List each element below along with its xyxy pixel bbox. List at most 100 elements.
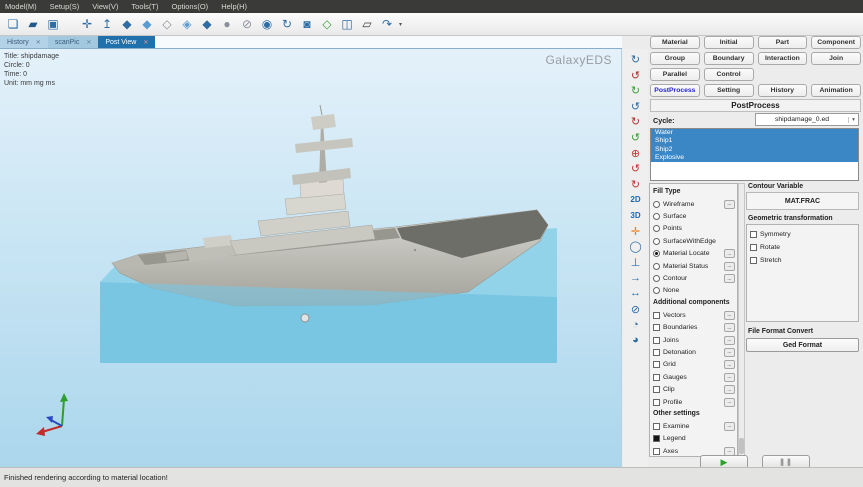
radio-icon[interactable] bbox=[653, 287, 660, 294]
geo-symmetry[interactable]: Symmetry bbox=[747, 228, 858, 241]
free-rotate-icon[interactable]: ◯ bbox=[629, 240, 643, 253]
textured-cube-icon[interactable]: ◆ bbox=[198, 15, 216, 33]
nav-button-initial[interactable]: Initial bbox=[704, 36, 754, 49]
checkbox-icon[interactable] bbox=[750, 244, 757, 251]
green-cube-icon[interactable]: ◇ bbox=[318, 15, 336, 33]
nav-button-material[interactable]: Material bbox=[650, 36, 700, 49]
close-icon[interactable]: ✕ bbox=[36, 39, 41, 46]
material-list[interactable]: Water Ship1 Ship2 Explosive bbox=[650, 128, 859, 181]
pan-icon[interactable]: ✛ bbox=[629, 225, 643, 238]
fill-option-surface[interactable]: Surface bbox=[650, 210, 737, 222]
nav-button-animation[interactable]: Animation bbox=[811, 84, 861, 97]
show-entity-icon[interactable]: ◉ bbox=[258, 15, 276, 33]
more-options-button[interactable]: ... bbox=[724, 323, 735, 332]
more-options-button[interactable]: ... bbox=[724, 373, 735, 382]
cycle-dropdown[interactable]: shipdamage_0.ed ▾ bbox=[755, 113, 859, 126]
fit-view-icon[interactable]: ✛ bbox=[78, 15, 96, 33]
ged-format-button[interactable]: Ged Format bbox=[746, 338, 859, 352]
checkbox-icon[interactable] bbox=[653, 324, 660, 331]
nav-button-part[interactable]: Part bbox=[758, 36, 808, 49]
checkbox-icon[interactable] bbox=[653, 423, 660, 430]
menu-help[interactable]: Help(H) bbox=[221, 2, 247, 11]
tab-history[interactable]: History ✕ bbox=[0, 36, 48, 48]
record-animation-icon[interactable]: ◫ bbox=[338, 15, 356, 33]
mirror-move-icon[interactable]: ↔ bbox=[629, 287, 643, 300]
setting-examine[interactable]: Examine ... bbox=[650, 420, 737, 432]
wireframe-cube-icon[interactable]: ◇ bbox=[158, 15, 176, 33]
more-options-button[interactable]: ... bbox=[724, 422, 735, 431]
menu-setup[interactable]: Setup(S) bbox=[50, 2, 80, 11]
setting-legend[interactable]: Legend bbox=[650, 433, 737, 445]
more-options-button[interactable]: ... bbox=[724, 336, 735, 345]
undo-view-icon[interactable]: ↷ bbox=[378, 15, 396, 33]
examine-icon[interactable]: ⊕ bbox=[629, 147, 643, 160]
nav-button-setting[interactable]: Setting bbox=[704, 84, 754, 97]
checkbox-icon[interactable] bbox=[653, 435, 660, 442]
3d-viewport[interactable]: Title: shipdamage Circle: 0 Time: 0 Unit… bbox=[0, 49, 622, 467]
checkbox-icon[interactable] bbox=[653, 448, 660, 455]
fill-option-wireframe[interactable]: Wireframe ... bbox=[650, 198, 737, 210]
nav-button-control[interactable]: Control bbox=[704, 68, 754, 81]
nav-button-join[interactable]: Join bbox=[811, 52, 861, 65]
clip-plane-icon[interactable]: ⊘ bbox=[629, 303, 643, 316]
fill-option-material-locate[interactable]: Material Locate ... bbox=[650, 248, 737, 260]
hidden-line-cube-icon[interactable]: ◈ bbox=[178, 15, 196, 33]
undo-rotate-icon[interactable]: ↺ bbox=[629, 162, 643, 175]
fill-option-none[interactable]: None bbox=[650, 285, 737, 297]
rotate-view-neg-x-icon[interactable]: ↺ bbox=[629, 100, 643, 113]
contour-variable-field[interactable]: MAT.FRAC bbox=[746, 192, 859, 210]
rotate-view-x-icon[interactable]: ↻ bbox=[629, 53, 643, 66]
sphere-icon[interactable]: ● bbox=[218, 15, 236, 33]
checkbox-icon[interactable] bbox=[653, 312, 660, 319]
hide-entity-icon[interactable]: ⊘ bbox=[238, 15, 256, 33]
nav-button-group[interactable]: Group bbox=[650, 52, 700, 65]
close-icon[interactable]: ✕ bbox=[86, 39, 91, 46]
normal-axis-icon[interactable]: ⊥ bbox=[629, 256, 643, 269]
solid-cube-icon[interactable]: ◆ bbox=[118, 15, 136, 33]
more-options-button[interactable]: ... bbox=[724, 249, 735, 258]
checkbox-icon[interactable] bbox=[653, 374, 660, 381]
component-vectors[interactable]: Vectors ... bbox=[650, 309, 737, 321]
section-half-icon[interactable]: ◕ bbox=[629, 334, 643, 347]
radio-icon[interactable] bbox=[653, 238, 660, 245]
nav-button-history[interactable]: History bbox=[758, 84, 808, 97]
more-options-button[interactable]: ... bbox=[724, 398, 735, 407]
radio-icon[interactable] bbox=[653, 250, 660, 257]
more-options-button[interactable]: ... bbox=[724, 311, 735, 320]
ship-scene[interactable] bbox=[0, 49, 622, 467]
more-options-button[interactable]: ... bbox=[724, 360, 735, 369]
fill-option-material-status[interactable]: Material Status ... bbox=[650, 260, 737, 272]
refresh-view-icon[interactable]: ↻ bbox=[278, 15, 296, 33]
options-scrollbar[interactable] bbox=[738, 183, 745, 457]
nav-button-postprocess[interactable]: PostProcess bbox=[650, 84, 700, 97]
checkbox-icon[interactable] bbox=[750, 231, 757, 238]
shaded-cube-icon[interactable]: ◆ bbox=[138, 15, 156, 33]
fill-option-points[interactable]: Points bbox=[650, 223, 737, 235]
geo-stretch[interactable]: Stretch bbox=[747, 254, 858, 267]
nav-button-interaction[interactable]: Interaction bbox=[758, 52, 808, 65]
menu-view[interactable]: View(V) bbox=[92, 2, 118, 11]
more-options-button[interactable]: ... bbox=[724, 262, 735, 271]
list-item-explosive[interactable]: Explosive bbox=[651, 154, 858, 162]
list-item-ship2[interactable]: Ship2 bbox=[651, 146, 858, 154]
component-joins[interactable]: Joins ... bbox=[650, 334, 737, 346]
redo-rotate-icon[interactable]: ↻ bbox=[629, 178, 643, 191]
geo-rotate[interactable]: Rotate bbox=[747, 241, 858, 254]
checkbox-icon[interactable] bbox=[750, 257, 757, 264]
translate-icon[interactable]: → bbox=[629, 271, 643, 284]
section-quarter-icon[interactable]: ◔ bbox=[629, 318, 643, 331]
snapshot-icon[interactable]: ◙ bbox=[298, 15, 316, 33]
checkbox-icon[interactable] bbox=[653, 361, 660, 368]
radio-icon[interactable] bbox=[653, 201, 660, 208]
rotate-view-neg-z-icon[interactable]: ↺ bbox=[629, 131, 643, 144]
component-profile[interactable]: Profile ... bbox=[650, 396, 737, 408]
rotate-view-y-icon[interactable]: ↺ bbox=[629, 69, 643, 82]
component-boundaries[interactable]: Boundaries ... bbox=[650, 322, 737, 334]
nav-button-boundary[interactable]: Boundary bbox=[704, 52, 754, 65]
rotate-view-z-icon[interactable]: ↻ bbox=[629, 84, 643, 97]
checkbox-icon[interactable] bbox=[653, 386, 660, 393]
component-detonation[interactable]: Detonation ... bbox=[650, 346, 737, 358]
list-item-water[interactable]: Water bbox=[651, 129, 858, 137]
rotate-view-neg-y-icon[interactable]: ↻ bbox=[629, 115, 643, 128]
tab-post-view[interactable]: Post View ✕ bbox=[98, 36, 155, 48]
